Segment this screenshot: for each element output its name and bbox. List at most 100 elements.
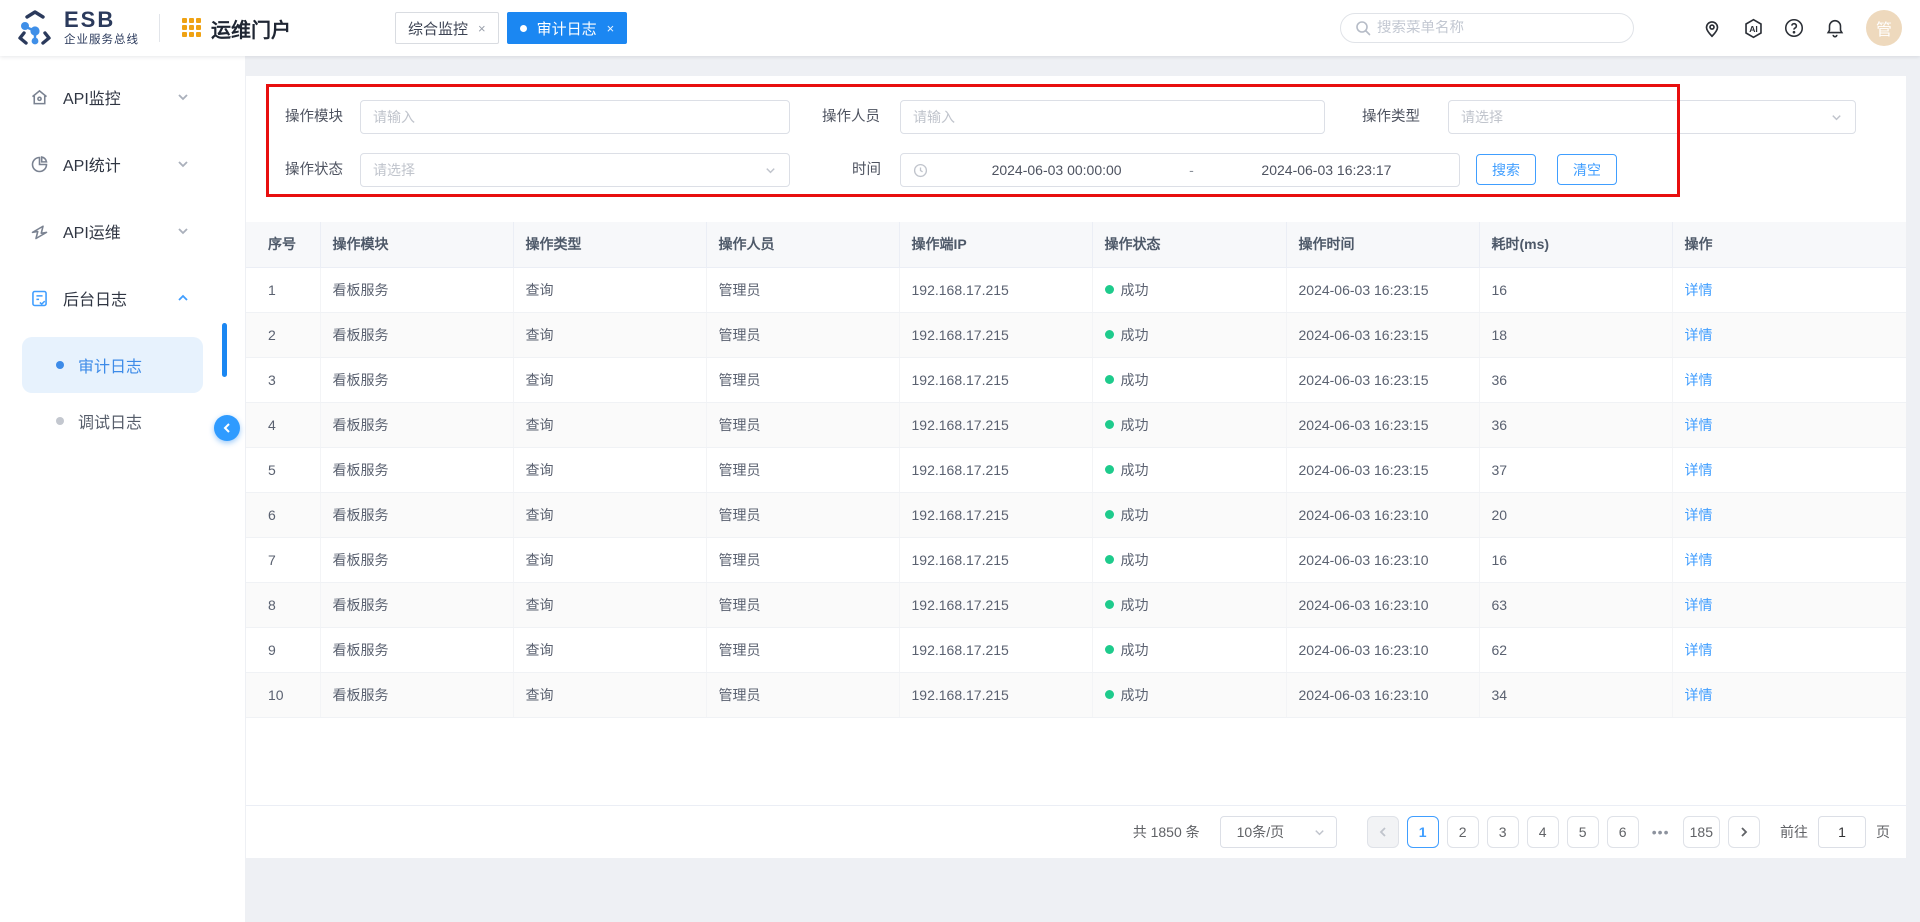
table-row: 5 看板服务 查询 管理员 192.168.17.215 成功 2024-06-… — [246, 447, 1906, 492]
logo-title: ESB — [64, 9, 139, 31]
cell-seq: 5 — [246, 447, 320, 492]
status-text: 成功 — [1121, 415, 1149, 435]
time-end-value[interactable]: 2024-06-03 16:23:17 — [1206, 162, 1447, 178]
cell-person: 管理员 — [706, 402, 899, 447]
detail-link[interactable]: 详情 — [1685, 597, 1713, 613]
time-range-picker[interactable]: 2024-06-03 00:00:00 - 2024-06-03 16:23:1… — [900, 153, 1460, 187]
detail-link[interactable]: 详情 — [1685, 372, 1713, 388]
type-select[interactable]: 请选择 — [1448, 100, 1856, 134]
sidebar-item-api-monitor[interactable]: API监控 — [0, 69, 245, 125]
success-dot-icon — [1105, 645, 1114, 654]
cell-module: 看板服务 — [320, 582, 513, 627]
cell-ip: 192.168.17.215 — [899, 492, 1092, 537]
sidebar-subitem-audit-log[interactable]: 审计日志 — [22, 337, 203, 393]
status-text: 成功 — [1121, 595, 1149, 615]
sidebar-collapse-button[interactable] — [214, 415, 240, 441]
grid-icon — [182, 18, 202, 38]
active-tab-dot-icon — [520, 25, 527, 32]
status-text: 成功 — [1121, 325, 1149, 345]
status-select[interactable]: 请选择 — [360, 153, 790, 187]
cell-status: 成功 — [1092, 492, 1286, 537]
cell-time: 2024-06-03 16:23:10 — [1286, 537, 1479, 582]
cell-seq: 9 — [246, 627, 320, 672]
detail-link[interactable]: 详情 — [1685, 687, 1713, 703]
cell-module: 看板服务 — [320, 312, 513, 357]
ai-icon[interactable]: AI — [1741, 16, 1765, 40]
chevron-down-icon — [176, 224, 190, 238]
sidebar-subitem-label: 调试日志 — [78, 409, 142, 433]
cell-duration: 63 — [1479, 582, 1672, 627]
tab-monitor[interactable]: 综合监控 × — [395, 12, 499, 44]
time-range-separator: - — [1185, 162, 1198, 178]
menu-search[interactable] — [1340, 13, 1634, 43]
status-text: 成功 — [1121, 685, 1149, 705]
question-icon[interactable] — [1782, 16, 1806, 40]
clear-button[interactable]: 清空 — [1557, 154, 1617, 185]
module-input[interactable] — [361, 101, 789, 133]
tab-close-icon[interactable]: × — [607, 21, 615, 36]
page-button-2[interactable]: 2 — [1447, 816, 1479, 848]
page-button-3[interactable]: 3 — [1487, 816, 1519, 848]
cell-module: 看板服务 — [320, 672, 513, 717]
page-size-select[interactable]: 10条/页 — [1220, 816, 1337, 848]
sidebar: API监控 API统计 API运维 — [0, 56, 245, 922]
filter-module-input-wrap — [360, 100, 790, 134]
cell-seq: 8 — [246, 582, 320, 627]
cell-duration: 18 — [1479, 312, 1672, 357]
cell-ip: 192.168.17.215 — [899, 312, 1092, 357]
status-text: 成功 — [1121, 640, 1149, 660]
cell-time: 2024-06-03 16:23:15 — [1286, 447, 1479, 492]
sidebar-item-backend-logs[interactable]: 后台日志 — [0, 270, 245, 326]
user-avatar[interactable]: 管 — [1866, 10, 1902, 46]
detail-link[interactable]: 详情 — [1685, 552, 1713, 568]
detail-link[interactable]: 详情 — [1685, 417, 1713, 433]
more-pages-icon[interactable]: ••• — [1647, 824, 1675, 840]
prev-page-button[interactable] — [1367, 816, 1399, 848]
sidebar-item-api-stats[interactable]: API统计 — [0, 136, 245, 192]
detail-link[interactable]: 详情 — [1685, 462, 1713, 478]
location-pin-icon[interactable] — [1700, 16, 1724, 40]
page-button-1[interactable]: 1 — [1407, 816, 1439, 848]
cell-type: 查询 — [513, 267, 706, 312]
tab-audit-log[interactable]: 审计日志 × — [507, 12, 628, 44]
detail-link[interactable]: 详情 — [1685, 642, 1713, 658]
home-icon — [28, 86, 50, 108]
goto-page-input[interactable] — [1818, 816, 1866, 848]
header-divider — [159, 14, 160, 42]
pagination-bar: 共 1850 条 10条/页 1 2 3 4 5 6 ••• 185 前往 — [246, 805, 1906, 858]
page-button-5[interactable]: 5 — [1567, 816, 1599, 848]
cell-duration: 20 — [1479, 492, 1672, 537]
detail-link[interactable]: 详情 — [1685, 282, 1713, 298]
detail-link[interactable]: 详情 — [1685, 507, 1713, 523]
next-page-button[interactable] — [1728, 816, 1760, 848]
tab-close-icon[interactable]: × — [478, 21, 486, 36]
filter-person-input-wrap — [900, 100, 1325, 134]
sidebar-subitem-debug-log[interactable]: 调试日志 — [0, 393, 245, 449]
page-size-value: 10条/页 — [1237, 822, 1284, 842]
chevron-down-icon — [176, 90, 190, 104]
cell-action: 详情 — [1672, 492, 1906, 537]
cell-action: 详情 — [1672, 312, 1906, 357]
detail-link[interactable]: 详情 — [1685, 327, 1713, 343]
status-text: 成功 — [1121, 550, 1149, 570]
time-start-value[interactable]: 2024-06-03 00:00:00 — [936, 162, 1177, 178]
open-tabs-bar: 综合监控 × 审计日志 × — [395, 12, 627, 44]
cell-time: 2024-06-03 16:23:10 — [1286, 582, 1479, 627]
page-button-last[interactable]: 185 — [1683, 816, 1720, 848]
bell-icon[interactable] — [1823, 16, 1847, 40]
cell-action: 详情 — [1672, 447, 1906, 492]
col-action: 操作 — [1672, 222, 1906, 267]
search-input[interactable] — [1377, 20, 1619, 36]
success-dot-icon — [1105, 555, 1114, 564]
sidebar-item-api-ops[interactable]: API运维 — [0, 203, 245, 259]
cell-duration: 62 — [1479, 627, 1672, 672]
cell-status: 成功 — [1092, 672, 1286, 717]
cell-duration: 36 — [1479, 357, 1672, 402]
cell-person: 管理员 — [706, 537, 899, 582]
filter-module-label: 操作模块 — [285, 100, 343, 134]
page-button-4[interactable]: 4 — [1527, 816, 1559, 848]
search-button[interactable]: 搜索 — [1476, 154, 1536, 185]
page-button-6[interactable]: 6 — [1607, 816, 1639, 848]
cell-module: 看板服务 — [320, 537, 513, 582]
person-input[interactable] — [901, 101, 1324, 133]
